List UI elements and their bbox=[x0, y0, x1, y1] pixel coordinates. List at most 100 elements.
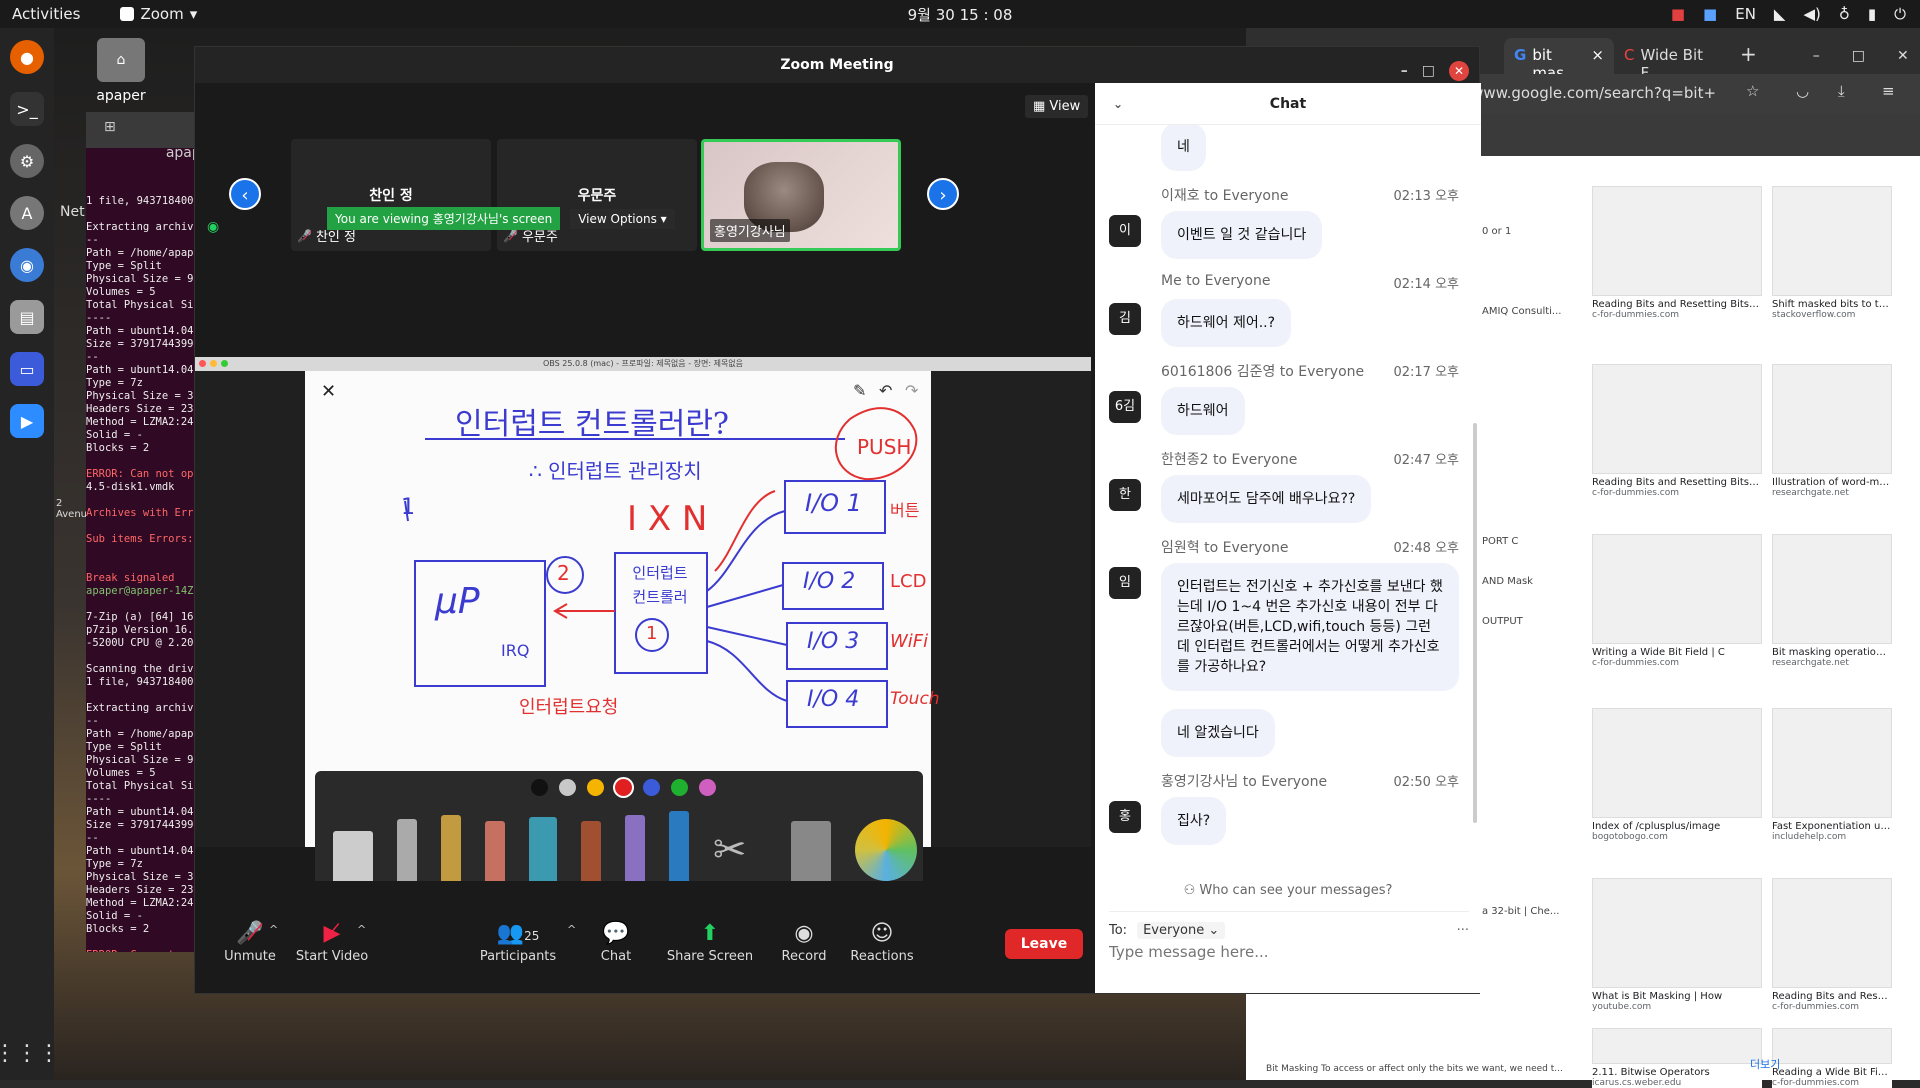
message-bubble[interactable]: 하드웨어 제어..? bbox=[1161, 299, 1292, 347]
message-bubble[interactable]: 세마포어도 담주에 배우나요?? bbox=[1161, 475, 1372, 523]
message-bubble[interactable]: 네 bbox=[1161, 125, 1206, 171]
zoom-dock-icon[interactable]: ▶ bbox=[10, 404, 44, 438]
reactions-button[interactable]: ☺ Reactions bbox=[837, 919, 927, 964]
unmute-button[interactable]: 🎤̸ Unmute bbox=[205, 919, 295, 964]
image-result[interactable]: Fast Exponentiation using Bitmaski...inc… bbox=[1772, 708, 1892, 842]
share-screen-button[interactable]: ⬆ Share Screen bbox=[665, 919, 755, 964]
app-menu[interactable]: Zoom ▾ bbox=[120, 5, 197, 23]
redo-icon[interactable]: ↷ bbox=[905, 381, 918, 400]
record-button[interactable]: ◉ Record bbox=[759, 919, 849, 964]
zoom-titlebar[interactable]: Zoom Meeting – □ ✕ bbox=[195, 47, 1479, 83]
system-tray[interactable]: ■ ■ EN ◣ ◀) ♁ ▮ ⏻ bbox=[1671, 5, 1906, 23]
video-options-chevron-icon[interactable]: ^ bbox=[357, 923, 366, 936]
eraser-tool[interactable] bbox=[333, 831, 373, 881]
terminal-icon[interactable]: >_ bbox=[10, 92, 44, 126]
image-result[interactable]: Shift masked bits to the le stackoverflow… bbox=[1772, 186, 1892, 320]
view-button[interactable]: ▦ View bbox=[1025, 95, 1089, 118]
image-result[interactable]: Index of /cplusplus/image bogotobogo.com bbox=[1592, 708, 1762, 842]
software-icon[interactable]: A bbox=[10, 196, 44, 230]
color-swatch[interactable] bbox=[559, 779, 576, 796]
language-indicator[interactable]: EN bbox=[1735, 5, 1756, 23]
home-folder-icon[interactable]: ⌂ apaper bbox=[92, 38, 150, 104]
firefox-icon[interactable]: ● bbox=[10, 40, 44, 74]
ink-pen-tool[interactable] bbox=[669, 811, 689, 881]
menu-icon[interactable]: ≡ bbox=[1882, 82, 1895, 100]
maximize-icon[interactable]: □ bbox=[1852, 48, 1865, 64]
url-text[interactable]: ://www.google.com/search?q=bit+ bbox=[1456, 84, 1716, 102]
terminal-titlebar[interactable]: ⊞ apape bbox=[86, 112, 194, 160]
close-whiteboard-icon[interactable]: ✕ bbox=[321, 381, 336, 402]
whiteboard-device-3: WiFi bbox=[890, 631, 929, 652]
close-icon[interactable]: ✕ bbox=[1449, 61, 1469, 81]
image-result[interactable]: Reading Bits and Resetting Bits | C ...c… bbox=[1592, 364, 1762, 498]
color-swatch[interactable] bbox=[531, 779, 548, 796]
chrome-icon[interactable]: ◉ bbox=[10, 248, 44, 282]
color-swatch[interactable] bbox=[671, 779, 688, 796]
color-picker-tool[interactable] bbox=[855, 819, 917, 881]
color-swatch[interactable] bbox=[587, 779, 604, 796]
close-icon[interactable]: ✕ bbox=[1897, 48, 1909, 64]
prev-page-button[interactable]: ‹ bbox=[229, 178, 261, 210]
message-bubble[interactable]: 인터럽트는 전기신호 + 추가신호를 보낸다 했는데 I/O 1~4 번은 추가… bbox=[1161, 563, 1459, 691]
fountain-pen-tool[interactable] bbox=[441, 815, 461, 881]
view-options-button[interactable]: View Options ▾ bbox=[570, 208, 675, 229]
who-can-see-link[interactable]: ⚇ Who can see your messages? bbox=[1095, 883, 1481, 898]
download-icon[interactable]: ⤓ bbox=[1838, 82, 1845, 100]
chat-collapse-icon[interactable]: ⌄ bbox=[1113, 83, 1123, 125]
chat-message-input[interactable] bbox=[1109, 943, 1469, 961]
brush-tool[interactable] bbox=[625, 815, 645, 881]
image-result[interactable]: What is Bit Masking | How youtube.com bbox=[1592, 878, 1762, 1012]
settings-icon[interactable]: ⚙ bbox=[10, 144, 44, 178]
pocket-icon[interactable]: ◡ bbox=[1796, 82, 1809, 100]
image-result[interactable]: Reading Bits and Resetting Bits | C ...c… bbox=[1592, 186, 1762, 320]
image-result[interactable]: 2.11. Bitwise Operators icarus.cs.weber.e… bbox=[1592, 1028, 1762, 1088]
new-tab-button[interactable]: + bbox=[1724, 42, 1773, 74]
files-icon[interactable]: ▤ bbox=[10, 300, 44, 334]
active-speaker-tile[interactable]: 홍영기강사님 bbox=[701, 139, 901, 251]
pen-icon[interactable]: ✎ bbox=[853, 381, 866, 400]
participant-tile[interactable]: 우문주 🎤̸ 우문주 bbox=[497, 139, 697, 251]
crayon-tool[interactable] bbox=[581, 821, 601, 881]
clock[interactable]: 9월 30 15 : 08 bbox=[908, 4, 1013, 25]
undo-icon[interactable]: ↶ bbox=[879, 381, 892, 400]
more-results-link[interactable]: 더보기 bbox=[1750, 1056, 1780, 1072]
leave-button[interactable]: Leave bbox=[1005, 929, 1083, 959]
image-result[interactable]: Bit masking operation, here with 8 b...r… bbox=[1772, 534, 1892, 668]
image-result[interactable]: Illustration of word-masking and bit...r… bbox=[1772, 364, 1892, 498]
audio-options-chevron-icon[interactable]: ^ bbox=[269, 923, 278, 936]
color-swatch[interactable] bbox=[615, 779, 632, 796]
screenshot-icon[interactable]: ▭ bbox=[10, 352, 44, 386]
shield-icon[interactable]: ◉ bbox=[207, 219, 219, 235]
message-bubble[interactable]: 집사? bbox=[1161, 797, 1227, 845]
scissors-tool[interactable]: ✂ bbox=[713, 827, 767, 881]
message-bubble[interactable]: 네 알겠습니다 bbox=[1161, 709, 1275, 757]
new-tab-icon[interactable]: ⊞ bbox=[104, 120, 116, 134]
message-bubble[interactable]: 하드웨어 bbox=[1161, 387, 1245, 435]
participants-button[interactable]: 👥25 Participants bbox=[473, 919, 563, 964]
pencil-tool[interactable] bbox=[397, 819, 417, 881]
minimize-icon[interactable]: – bbox=[1813, 48, 1820, 64]
bookmark-star-icon[interactable]: ☆ bbox=[1746, 82, 1759, 100]
next-page-button[interactable]: › bbox=[927, 178, 959, 210]
image-result[interactable]: Writing a Wide Bit Field | Cc-for-dummie… bbox=[1592, 534, 1762, 668]
color-swatch[interactable] bbox=[643, 779, 660, 796]
terminal-window[interactable]: ⊞ apape 1 file, 943718400 Extracting arch… bbox=[86, 112, 194, 952]
color-swatch[interactable] bbox=[699, 779, 716, 796]
participant-tile[interactable]: 찬인 정 🎤̸ 찬인 정 bbox=[291, 139, 491, 251]
chat-scrollbar[interactable] bbox=[1473, 423, 1477, 823]
image-result[interactable]: Reading Bits and Resetting Bits | C ...c… bbox=[1772, 878, 1892, 1012]
colored-pencil-tool[interactable] bbox=[485, 821, 505, 881]
ruler-tool[interactable] bbox=[791, 821, 831, 881]
message-bubble[interactable]: 이벤트 일 것 같습니다 bbox=[1161, 211, 1323, 259]
tab-wide-bit[interactable]: C Wide Bit F bbox=[1614, 38, 1724, 82]
who-can-see-text: Who can see your messages? bbox=[1199, 883, 1393, 898]
chat-button[interactable]: 💬 Chat bbox=[571, 919, 661, 964]
close-tab-icon[interactable]: × bbox=[1591, 46, 1604, 66]
more-options-icon[interactable]: ··· bbox=[1457, 923, 1469, 938]
recipient-select[interactable]: Everyone ⌄ bbox=[1137, 922, 1226, 939]
marker-tool[interactable] bbox=[529, 817, 557, 881]
activities-button[interactable]: Activities bbox=[12, 5, 80, 23]
show-apps-icon[interactable]: ⋮⋮⋮ bbox=[0, 1041, 60, 1066]
image-result[interactable]: Reading a Wide Bit Field | c-for-dummies.… bbox=[1772, 1028, 1892, 1088]
tab-bit-mask[interactable]: G bit mas × bbox=[1504, 38, 1614, 82]
